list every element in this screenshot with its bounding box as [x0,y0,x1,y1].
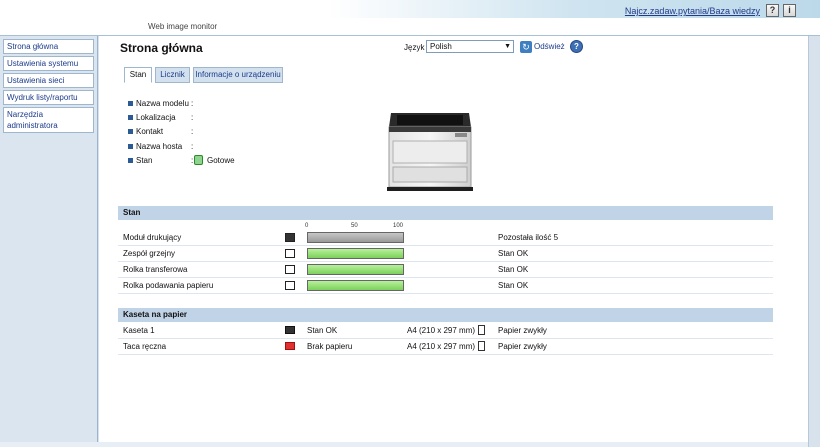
sidebar-item-print-list[interactable]: Wydruk listy/raportu [3,90,94,105]
tab-device-info[interactable]: Informacje o urządzeniu [193,67,283,83]
refresh-icon[interactable]: ↻ [520,41,532,53]
printer-image [387,113,473,191]
level-bar-fill [308,265,403,274]
language-value: Polish [430,42,452,51]
info-row-model: Nazwa modelu: [128,98,193,110]
status-ready-icon [194,155,203,165]
bullet-icon [128,144,133,149]
header: Web image monitor Najcz.zadaw.pytania/Ba… [0,0,820,36]
help-button[interactable]: ? [766,4,779,17]
paper-size: A4 (210 x 297 mm) [407,326,476,335]
level-bar [307,264,404,275]
faq-link[interactable]: Najcz.zadaw.pytania/Baza wiedzy [625,6,760,16]
transfer-roller-icon [285,265,295,274]
info-row-contact: Kontakt: [128,126,193,138]
sidebar-item-system-settings[interactable]: Ustawienia systemu [3,56,94,71]
status-value: Gotowe [207,156,235,165]
info-row-hostname: Nazwa hosta: [128,141,193,153]
tray-icon [285,326,295,334]
paper-type: Papier zwykły [498,326,547,335]
sidebar-item-home[interactable]: Strona główna [3,39,94,54]
app-subtitle: Web image monitor [148,22,218,31]
scale-label-50: 50 [351,223,358,229]
fuser-icon [285,249,295,258]
status-row-name: Rolka transferowa [123,265,188,274]
info-row-location: Lokalizacja: [128,112,193,124]
level-bar-fill [308,281,403,290]
tab-status[interactable]: Stan [124,67,152,83]
scale-label-100: 100 [393,223,404,229]
status-row-value: Stan OK [498,249,529,258]
status-row: Zespół grzejny Stan OK [118,246,773,262]
paper-type: Papier zwykły [498,342,547,351]
section-header-paper-tray: Kaseta na papier [118,308,773,322]
status-row: Moduł drukujący Pozostała ilość 5 [118,230,773,246]
tab-counter[interactable]: Licznik [155,67,190,83]
bottom-edge [0,442,808,447]
tray-name: Taca ręczna [123,342,167,351]
level-bar [307,248,404,259]
status-row-name: Zespół grzejny [123,249,176,258]
chevron-down-icon: ▼ [504,43,511,50]
language-label: Język [404,43,425,52]
paper-row: Kaseta 1 Stan OK A4 (210 x 297 mm) Papie… [118,323,773,339]
language-select[interactable]: Polish ▼ [426,40,514,53]
tray-empty-icon [285,342,295,350]
toner-icon [285,233,295,242]
info-row-status: Stan: [128,155,193,167]
level-bar [307,280,404,291]
status-row-name: Moduł drukujący [123,233,182,242]
scale-label-0: 0 [305,223,309,229]
tray-status: Stan OK [307,326,338,335]
page-title: Strona główna [120,41,203,55]
status-row-value: Pozostała ilość 5 [498,233,559,242]
status-row: Rolka transferowa Stan OK [118,262,773,278]
main-content: Strona główna Język Polish ▼ ↻ Odśwież ?… [99,36,808,447]
section-header-status: Stan [118,206,773,220]
sidebar: Strona główna Ustawienia systemu Ustawie… [0,36,98,447]
paper-sheet-icon [478,341,485,351]
refresh-link[interactable]: Odśwież [534,42,565,51]
status-row-value: Stan OK [498,265,529,274]
info-button[interactable]: i [783,4,796,17]
status-row-name: Rolka podawania papieru [123,281,214,290]
level-bar [307,232,404,243]
paper-size: A4 (210 x 297 mm) [407,342,476,351]
level-bar-fill [308,249,403,258]
paper-row: Taca ręczna Brak papieru A4 (210 x 297 m… [118,339,773,355]
tray-name: Kaseta 1 [123,326,155,335]
bullet-icon [128,115,133,120]
feed-roller-icon [285,281,295,290]
tray-status: Brak papieru [307,342,353,351]
sidebar-item-admin-tools[interactable]: Narzędzia administratora [3,107,94,133]
level-bar-fill [308,233,403,242]
bullet-icon [128,101,133,106]
status-row: Rolka podawania papieru Stan OK [118,278,773,294]
bullet-icon [128,129,133,134]
help-circle-icon[interactable]: ? [570,40,583,53]
paper-sheet-icon [478,325,485,335]
status-row-value: Stan OK [498,281,529,290]
vertical-scrollbar[interactable] [808,36,820,447]
bullet-icon [128,158,133,163]
sidebar-item-network-settings[interactable]: Ustawienia sieci [3,73,94,88]
